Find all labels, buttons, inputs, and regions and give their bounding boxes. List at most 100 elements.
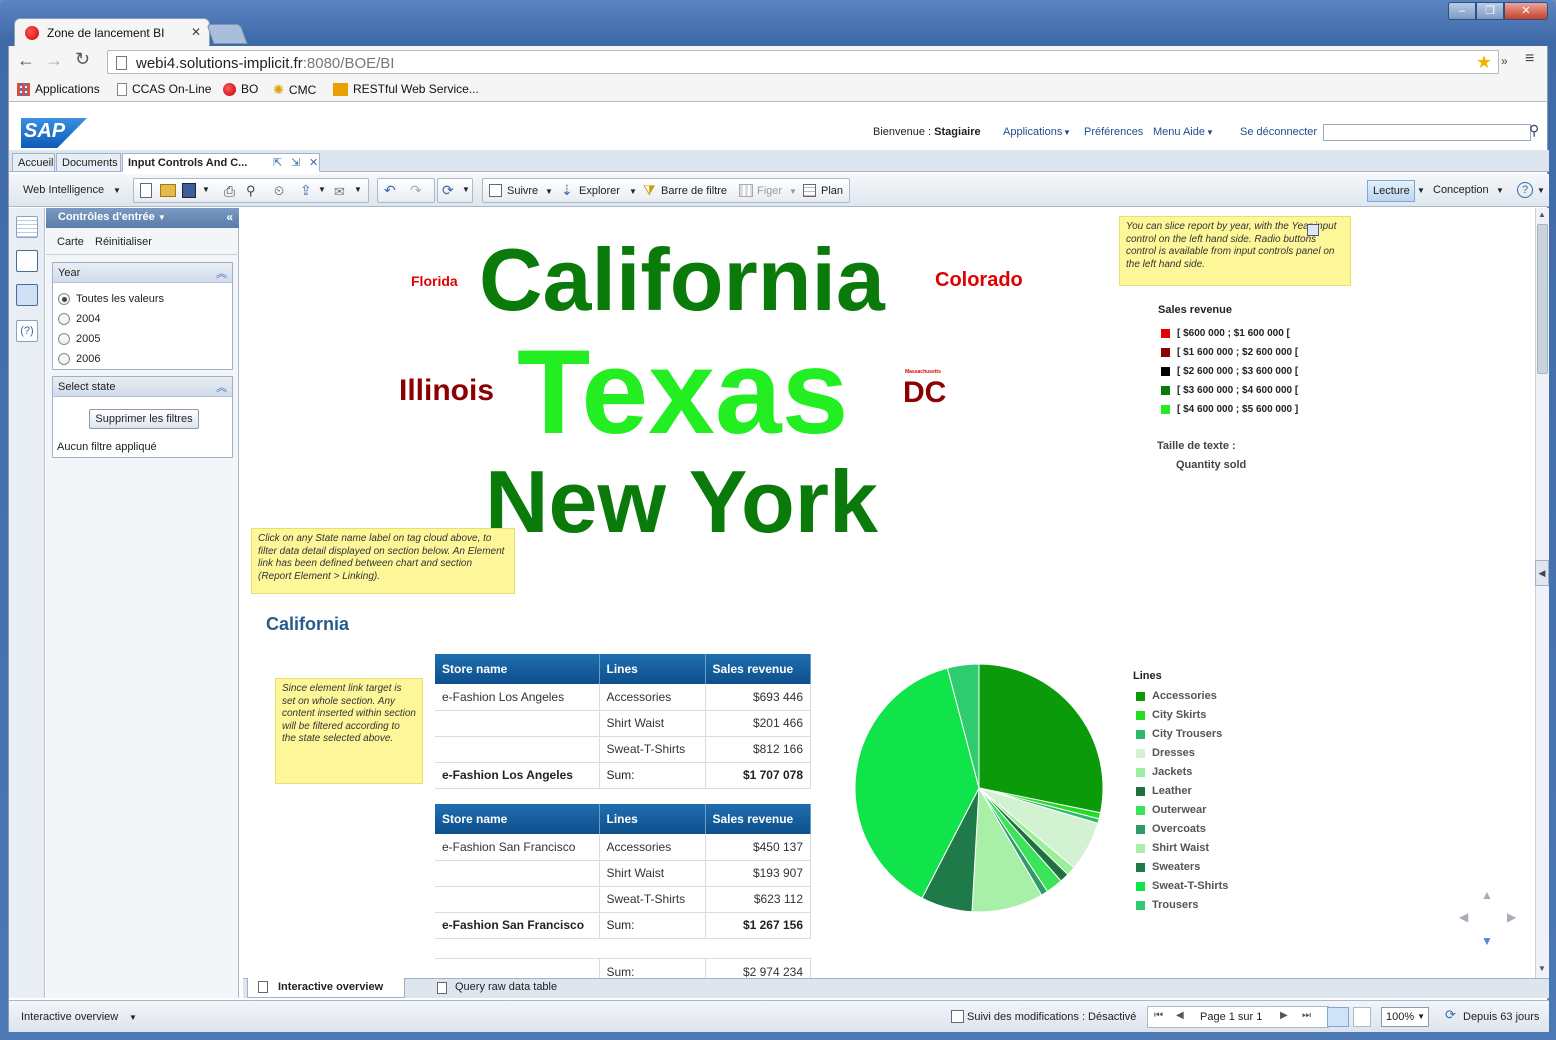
col-store[interactable]: Store name	[435, 654, 600, 684]
radio-button[interactable]	[58, 313, 70, 325]
history-icon[interactable]: ⏲	[274, 183, 284, 199]
col-revenue[interactable]: Sales revenue	[705, 804, 811, 834]
new-tab-button[interactable]	[206, 24, 248, 44]
undo-icon[interactable]: ↶	[384, 182, 396, 199]
last-page-icon[interactable]: ⏭	[1302, 1010, 1311, 1021]
quick-view-icon[interactable]	[1353, 1007, 1371, 1027]
bookmark-applications[interactable]: Applications	[17, 82, 100, 96]
reading-mode-button[interactable]: Lecture	[1367, 180, 1415, 202]
tag-massachusetts[interactable]: Massachusetts	[905, 370, 941, 375]
tab-accueil[interactable]: Accueil	[12, 153, 55, 172]
help-icon[interactable]: ?	[1517, 182, 1533, 198]
reset-link[interactable]: Réinitialiser	[95, 236, 152, 248]
tag-new-york[interactable]: New York	[485, 458, 878, 546]
radio-2004[interactable]: 2004	[58, 313, 100, 325]
mode-selector[interactable]: Web Intelligence	[23, 184, 104, 196]
tag-california[interactable]: California	[479, 236, 885, 324]
vertical-scrollbar[interactable]: ▲ ▼	[1535, 208, 1549, 978]
tracking-status[interactable]: Suivi des modifications : Désactivé	[967, 1011, 1136, 1023]
help-menu[interactable]: Menu Aide	[1153, 126, 1205, 138]
outline-button[interactable]: Plan	[821, 185, 843, 197]
preferences-link[interactable]: Préférences	[1084, 126, 1143, 138]
tag-texas[interactable]: Texas	[517, 332, 848, 452]
applications-menu[interactable]: Applications	[1003, 126, 1062, 138]
next-page-icon[interactable]: ▶	[1280, 1010, 1288, 1021]
col-lines[interactable]: Lines	[599, 804, 706, 834]
overflow-icon[interactable]: »	[1501, 54, 1508, 68]
page-indicator[interactable]: Page 1 sur 1	[1200, 1011, 1262, 1023]
filter-bar-button[interactable]: Barre de filtre	[661, 185, 727, 197]
chevron-down-icon[interactable]: ▼	[158, 213, 166, 222]
mail-icon[interactable]: ✉	[334, 184, 345, 200]
tab-interactive-overview[interactable]: Interactive overview	[247, 978, 405, 998]
chevron-down-icon[interactable]: ▼	[462, 185, 470, 194]
col-revenue[interactable]: Sales revenue	[705, 654, 811, 684]
chevron-down-icon[interactable]: ▼	[545, 187, 553, 196]
tag-dc[interactable]: DC	[903, 378, 946, 408]
radio-2005[interactable]: 2005	[58, 333, 100, 345]
map-link[interactable]: Carte	[57, 236, 84, 248]
bookmark-bo[interactable]: BO	[223, 82, 258, 96]
new-document-icon[interactable]	[140, 183, 152, 198]
document-summary-icon[interactable]	[16, 216, 38, 238]
radio-button[interactable]	[58, 353, 70, 365]
search-input[interactable]	[1323, 124, 1531, 141]
maximize-button[interactable]: ❐	[1476, 2, 1504, 20]
pin-icon[interactable]: ⇱	[273, 156, 282, 169]
scroll-thumb[interactable]	[1537, 224, 1548, 374]
refresh-icon[interactable]: ⟳	[442, 182, 454, 199]
track-button[interactable]: Suivre	[507, 185, 538, 197]
page-view-icon[interactable]	[1327, 1007, 1349, 1027]
design-mode-button[interactable]: Conception	[1433, 184, 1489, 196]
input-controls-icon[interactable]	[16, 284, 38, 306]
radio-2006[interactable]: 2006	[58, 353, 100, 365]
pie-slice-accessories[interactable]	[978, 663, 1104, 814]
report-selector[interactable]: Interactive overview	[21, 1011, 118, 1023]
freeze-button[interactable]: Figer	[757, 185, 782, 197]
browser-tab[interactable]: Zone de lancement BI ✕	[14, 18, 210, 46]
nav-right-icon[interactable]: ▶	[1507, 910, 1516, 924]
chevron-down-icon[interactable]: ▼	[789, 187, 797, 196]
radio-button[interactable]	[58, 293, 70, 305]
url-bar[interactable]: webi4.solutions-implicit.fr:8080/BOE/BI …	[107, 50, 1499, 74]
close-icon[interactable]: ✕	[309, 156, 318, 169]
close-icon[interactable]: ✕	[191, 25, 201, 39]
navigation-map-icon[interactable]	[16, 250, 38, 272]
open-folder-icon[interactable]	[160, 184, 176, 197]
chevron-down-icon[interactable]: ▼	[202, 185, 210, 194]
first-page-icon[interactable]: ⏮	[1154, 1010, 1163, 1021]
scroll-up-icon[interactable]: ▲	[1538, 210, 1546, 219]
collapse-right-icon[interactable]: ◀	[1535, 560, 1549, 586]
scroll-down-icon[interactable]: ▼	[1538, 964, 1546, 973]
tab-documents[interactable]: Documents	[56, 153, 121, 172]
chevron-down-icon[interactable]: ▼	[318, 185, 326, 194]
forward-icon[interactable]: →	[45, 50, 63, 71]
chevron-down-icon[interactable]: ▼	[354, 185, 362, 194]
close-window-button[interactable]: ✕	[1504, 2, 1548, 20]
bookmark-cmc[interactable]: ✺ CMC	[273, 82, 316, 98]
menu-icon[interactable]: ≡	[1525, 50, 1534, 68]
col-store[interactable]: Store name	[435, 804, 600, 834]
back-icon[interactable]: ←	[17, 50, 35, 71]
nav-up-icon[interactable]: ▲	[1481, 888, 1493, 902]
save-icon[interactable]	[182, 183, 196, 198]
chevron-down-icon[interactable]: ▼	[629, 187, 637, 196]
nav-left-icon[interactable]: ◀	[1459, 910, 1468, 924]
collapse-up-icon[interactable]: ︽	[216, 379, 227, 395]
radio-all-values[interactable]: Toutes les valeurs	[58, 293, 164, 305]
bookmark-ccas[interactable]: CCAS On-Line	[117, 82, 211, 96]
export-icon[interactable]: ⇪	[300, 182, 312, 199]
nav-down-icon[interactable]: ▼	[1481, 934, 1493, 948]
explore-button[interactable]: Explorer	[579, 185, 620, 197]
reload-icon[interactable]: ↻	[75, 49, 90, 70]
find-icon[interactable]: ⚲	[246, 183, 256, 199]
tag-colorado[interactable]: Colorado	[935, 270, 1023, 290]
star-icon[interactable]: ★	[1476, 52, 1492, 73]
detach-icon[interactable]: ⇲	[291, 156, 300, 169]
collapse-up-icon[interactable]: ︽	[216, 265, 227, 281]
collapse-icon[interactable]: «	[226, 210, 233, 224]
tag-illinois[interactable]: Illinois	[399, 376, 494, 406]
remove-filters-button[interactable]: Supprimer les filtres	[89, 409, 199, 429]
help-panel-icon[interactable]: (?)	[16, 320, 38, 342]
search-icon[interactable]: ⚲	[1529, 122, 1539, 139]
